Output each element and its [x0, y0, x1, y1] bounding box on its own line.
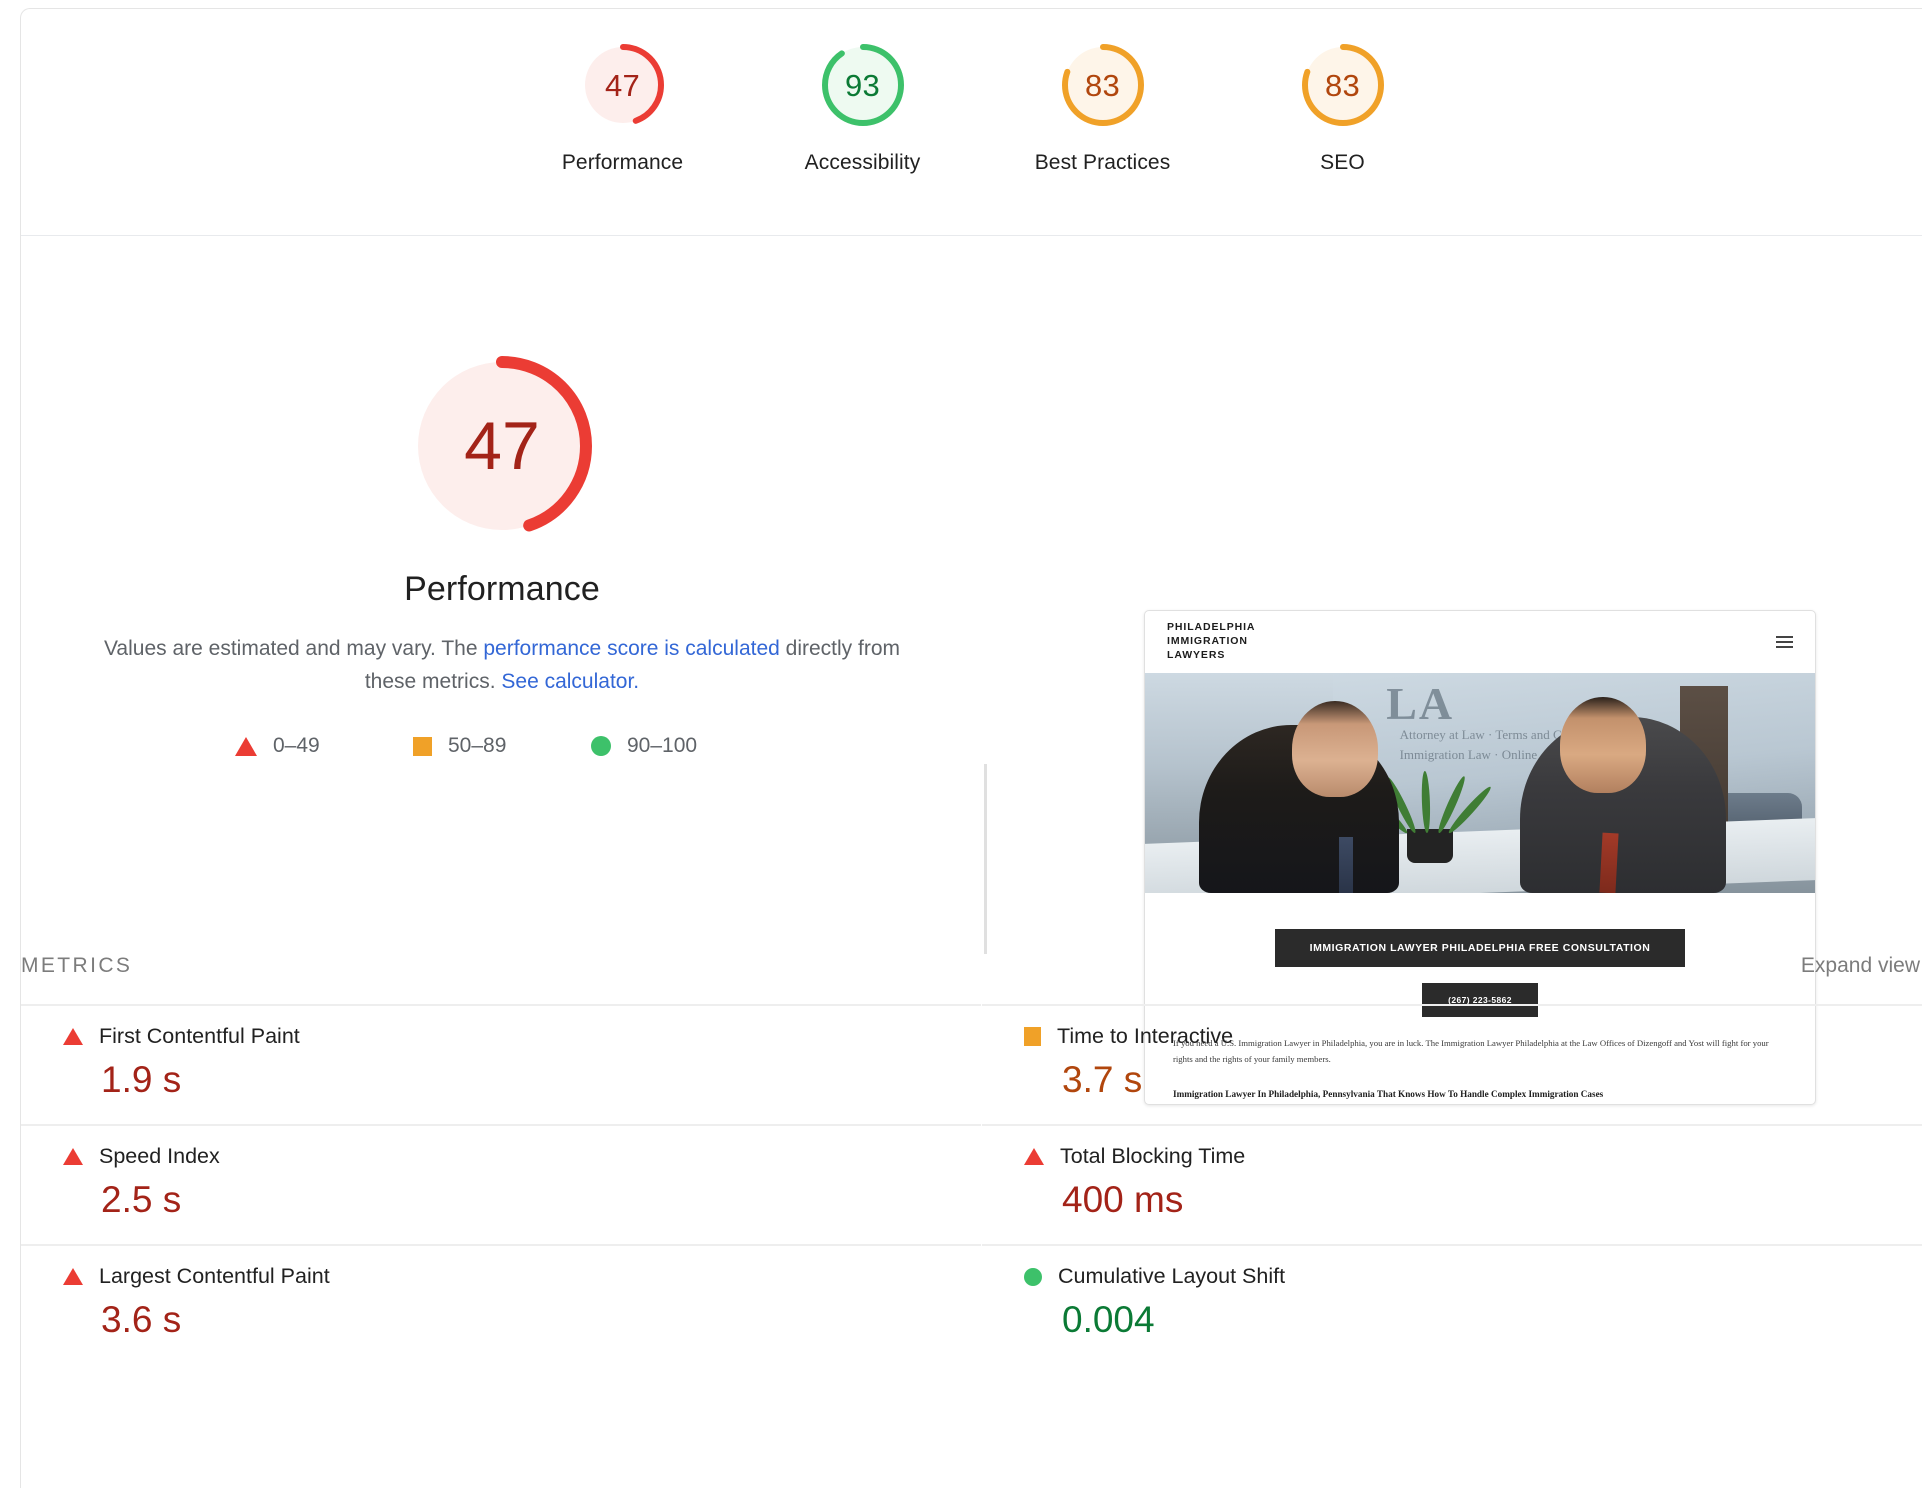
metrics-column-left: First Contentful Paint 1.9 s Speed Index 2.… — [21, 1004, 981, 1364]
metric-row-header: First Contentful Paint — [21, 1024, 981, 1049]
legend-item: 50–89 — [413, 734, 591, 758]
performance-score-calculated-link[interactable]: performance score is calculated — [483, 637, 779, 660]
hero-person-left-tie — [1339, 837, 1354, 893]
gauge-label: SEO — [1320, 151, 1365, 174]
metric-name: Time to Interactive — [1057, 1024, 1234, 1048]
hero-person-right-tie — [1599, 832, 1619, 893]
metric-name: Largest Contentful Paint — [99, 1264, 330, 1288]
gauge-ring: 83 — [1059, 41, 1147, 129]
metric-value: 3.6 s — [101, 1299, 182, 1340]
hero-person-right-head — [1560, 697, 1647, 793]
category-scores-strip: 47 Performance 93 Accessibility 83 Best Pract… — [21, 9, 1922, 236]
metric-row-header: Cumulative Layout Shift — [982, 1264, 1922, 1289]
performance-section: 47 Performance Values are estimated and … — [21, 236, 1922, 1105]
metric-name: Speed Index — [99, 1144, 220, 1168]
gauge-best-practices[interactable]: 83 Best Practices — [983, 41, 1223, 175]
gauge-score-value: 93 — [845, 67, 880, 103]
rating-triangle-icon — [1024, 1148, 1044, 1165]
metric-value: 400 ms — [1062, 1179, 1184, 1220]
gauge-accessibility[interactable]: 93 Accessibility — [743, 41, 983, 175]
gauge-ring: 47 — [579, 41, 667, 129]
metric-row-header: Total Blocking Time — [982, 1144, 1922, 1169]
metric-name: Cumulative Layout Shift — [1058, 1264, 1286, 1288]
performance-description: Values are estimated and may vary. The p… — [102, 633, 902, 698]
hamburger-icon — [1776, 636, 1793, 648]
rating-triangle-icon — [63, 1148, 83, 1165]
rating-square-icon — [1024, 1027, 1041, 1046]
lighthouse-report-card: 47 Performance 93 Accessibility 83 Best Pract… — [20, 8, 1922, 1488]
gauge-score-value: 83 — [1085, 67, 1120, 103]
brand-line-2: IMMIGRATION — [1167, 635, 1248, 648]
metric-row[interactable]: First Contentful Paint 1.9 s — [21, 1004, 981, 1124]
thumbnail-brand: PHILADELPHIA IMMIGRATION LAWYERS — [1167, 621, 1255, 663]
hero-person-left-head — [1292, 701, 1379, 797]
thumbnail-site-header: PHILADELPHIA IMMIGRATION LAWYERS — [1145, 611, 1815, 673]
gauge-ring: 83 — [1299, 41, 1387, 129]
metric-row[interactable]: Total Blocking Time 400 ms — [982, 1124, 1922, 1244]
hero-window-wordmark: LA — [1386, 678, 1455, 729]
performance-summary: 47 Performance Values are estimated and … — [21, 236, 983, 758]
legend-item: 90–100 — [591, 734, 769, 758]
gauge-ring: 93 — [819, 41, 907, 129]
metrics-header: METRICS Expand view — [21, 926, 1922, 1004]
metrics-grid: First Contentful Paint 1.9 s Speed Index 2.… — [21, 1004, 1922, 1364]
rating-circle-icon — [1024, 1267, 1042, 1286]
expand-view-toggle[interactable]: Expand view — [1801, 954, 1920, 978]
gauge-seo[interactable]: 83 SEO — [1223, 41, 1463, 175]
metric-row-header: Speed Index — [21, 1144, 981, 1169]
legend-range-label: 50–89 — [448, 734, 507, 758]
score-scale-legend: 0–49 50–89 90–100 — [235, 734, 769, 758]
rating-circle-icon — [591, 736, 611, 757]
see-calculator-link[interactable]: See calculator. — [501, 670, 639, 693]
brand-line-1: PHILADELPHIA — [1167, 621, 1256, 634]
gauge-label: Performance — [561, 151, 684, 174]
rating-triangle-icon — [235, 736, 257, 756]
metric-value: 1.9 s — [101, 1059, 182, 1100]
metric-row-header: Largest Contentful Paint — [21, 1264, 981, 1289]
gauges-row: 47 Performance 93 Accessibility 83 Best Pract… — [21, 9, 1922, 175]
metric-row[interactable]: Time to Interactive 3.7 s — [982, 1004, 1922, 1124]
thumbnail-hero-photo: LA Attorney at Law · Terms and Cases · I… — [1145, 673, 1815, 893]
legend-range-label: 0–49 — [273, 734, 320, 758]
metric-row-header: Time to Interactive — [982, 1024, 1922, 1049]
metric-row[interactable]: Largest Contentful Paint 3.6 s — [21, 1244, 981, 1364]
rating-square-icon — [413, 736, 432, 756]
desc-text-1: Values are estimated and may vary. The — [103, 637, 484, 660]
hero-plant — [1360, 745, 1494, 863]
legend-item: 0–49 — [235, 734, 413, 758]
metric-row[interactable]: Cumulative Layout Shift 0.004 — [982, 1244, 1922, 1364]
metric-value: 3.7 s — [1062, 1059, 1143, 1100]
gauge-label: Best Practices — [1034, 151, 1171, 174]
metric-value: 2.5 s — [101, 1179, 182, 1220]
performance-score-value: 47 — [464, 408, 540, 484]
metric-name: Total Blocking Time — [1060, 1144, 1246, 1168]
metrics-column-right: Time to Interactive 3.7 s Total Blocking T… — [982, 1004, 1922, 1364]
metrics-section-title: METRICS — [21, 954, 133, 977]
gauge-performance[interactable]: 47 Performance — [503, 41, 743, 175]
performance-title: Performance — [404, 570, 600, 608]
metric-name: First Contentful Paint — [99, 1024, 300, 1048]
gauge-score-value: 47 — [605, 67, 640, 103]
brand-line-3: LAWYERS — [1167, 648, 1226, 661]
rating-triangle-icon — [63, 1028, 83, 1045]
gauge-label: Accessibility — [804, 151, 921, 174]
gauge-score-value: 83 — [1325, 67, 1360, 103]
metric-value: 0.004 — [1062, 1299, 1155, 1340]
metric-row[interactable]: Speed Index 2.5 s — [21, 1124, 981, 1244]
rating-triangle-icon — [63, 1268, 83, 1285]
legend-range-label: 90–100 — [627, 734, 698, 758]
performance-gauge: 47 — [406, 350, 598, 542]
